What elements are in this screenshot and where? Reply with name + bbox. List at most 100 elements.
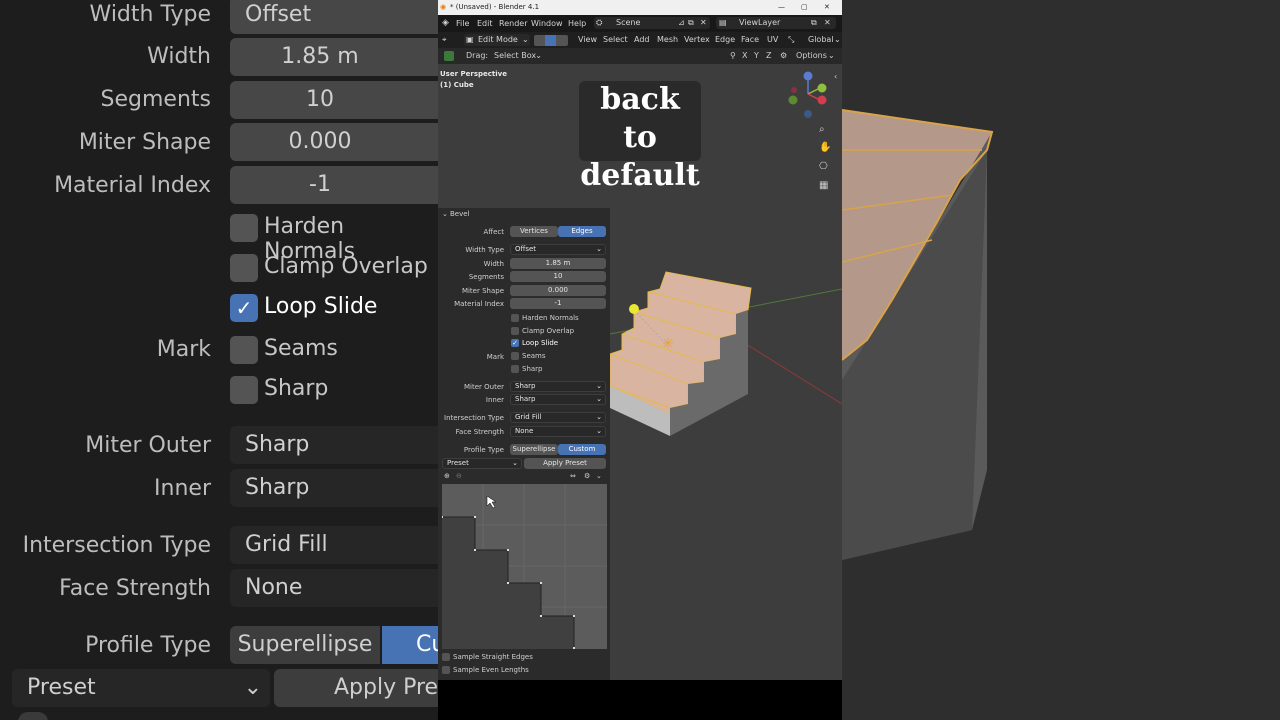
header-menu-select[interactable]: Select	[603, 32, 628, 48]
header-menu-mesh[interactable]: Mesh	[657, 32, 678, 48]
bg-check-clamp-label: Clamp Overlap	[264, 254, 428, 279]
origin-marker: ✳	[662, 336, 674, 352]
gizmo-z-axis	[803, 71, 813, 81]
camera-icon[interactable]: ⎔	[819, 161, 828, 172]
inner-label: Inner	[485, 396, 504, 404]
miter-shape-field[interactable]: 0.000	[510, 285, 606, 296]
grid-view-icon[interactable]: ▦	[819, 180, 828, 191]
select-tool-icon[interactable]	[444, 51, 454, 61]
panel-collapse-icon[interactable]: ⌄	[442, 210, 448, 218]
settings-icon[interactable]: ⚙	[584, 472, 590, 480]
bg-icon-fragment	[18, 712, 48, 720]
header-menu-uv[interactable]: UV	[767, 32, 778, 48]
select-mode-toggles[interactable]	[534, 35, 568, 46]
remove-scene-icon[interactable]: ✕	[700, 17, 707, 29]
zoomed-panel-background: Width Type Offset Width 1.85 m Segments …	[0, 0, 438, 720]
video-caption: back to default	[579, 81, 701, 193]
editor-type-icon[interactable]: ⌖	[442, 32, 447, 48]
bg-check-loop-label: Loop Slide	[264, 294, 378, 319]
snap-icon[interactable]: ⚙	[780, 48, 787, 64]
maximize-icon[interactable]: ▢	[801, 0, 808, 15]
blender-window: ◉ * (Unsaved) - Blender 4.1 — ▢ ✕ ◈ File…	[438, 0, 842, 720]
face-strength-dropdown[interactable]: None ⌄	[510, 426, 606, 437]
sample-even-lengths-checkbox[interactable]	[442, 666, 450, 674]
zoom-icon[interactable]: ⌕	[819, 124, 825, 135]
bg-field-miter-shape: 0.000	[230, 123, 438, 161]
menu-file[interactable]: File	[456, 15, 469, 32]
apply-preset-button[interactable]: Apply Preset	[524, 458, 606, 469]
edge-select-icon[interactable]	[545, 35, 556, 46]
bg-preset: Preset ⌄	[12, 669, 270, 707]
bg-check-seams-label: Seams	[264, 336, 338, 361]
width-field[interactable]: 1.85 m	[510, 258, 606, 269]
mark-label: Mark	[486, 353, 504, 361]
profile-curve-editor[interactable]	[442, 484, 607, 649]
loop-slide-checkbox[interactable]: ✓	[511, 339, 519, 347]
bg-label-inner: Inner	[154, 476, 211, 501]
caption-line-2: default	[580, 158, 700, 193]
material-index-field[interactable]: -1	[510, 298, 606, 309]
reset-view-icon[interactable]: ⇔	[570, 472, 576, 480]
viewport-perspective-label: User Perspective	[440, 70, 507, 78]
menu-window[interactable]: Window	[531, 15, 563, 32]
new-viewlayer-icon[interactable]: ⧉	[811, 17, 817, 29]
affect-vertices-button[interactable]: Vertices	[510, 226, 558, 237]
preset-dropdown[interactable]: Preset ⌄	[442, 458, 522, 469]
header-menu-view[interactable]: View	[578, 32, 597, 48]
viewport-header: ⌖ ▣ Edit Mode ⌄ View Select Add Mesh Ver…	[438, 32, 842, 48]
zoom-out-profile-icon[interactable]: ⊖	[456, 472, 462, 480]
window-title: * (Unsaved) - Blender 4.1	[450, 3, 540, 11]
menu-edit[interactable]: Edit	[477, 15, 493, 32]
bg-label-segments: Segments	[100, 87, 211, 112]
tool-settings-bar: Drag: Select Box ⌄ ⚲ X Y Z ⚙ Options ⌄	[438, 48, 842, 64]
seams-checkbox[interactable]	[511, 352, 519, 360]
header-menu-add[interactable]: Add	[634, 32, 650, 48]
miter-shape-label: Miter Shape	[461, 287, 504, 295]
face-strength-label: Face Strength	[455, 428, 504, 436]
mirror-z-toggle[interactable]: Z	[766, 48, 771, 64]
minimize-icon[interactable]: —	[778, 0, 785, 15]
gizmo-handle	[629, 304, 639, 314]
remove-viewlayer-icon[interactable]: ✕	[824, 17, 831, 29]
sample-straight-edges-checkbox[interactable]	[442, 653, 450, 661]
affect-edges-button[interactable]: Edges	[558, 226, 606, 237]
viewlayer-selector[interactable]: ▤ ViewLayer ⧉ ✕	[716, 17, 836, 29]
clamp-overlap-checkbox[interactable]	[511, 327, 519, 335]
miter-outer-dropdown[interactable]: Sharp ⌄	[510, 381, 606, 392]
header-menu-face[interactable]: Face	[741, 32, 759, 48]
new-scene-icon[interactable]: ⧉	[688, 17, 694, 29]
viewlayer-name: ViewLayer	[739, 18, 781, 27]
gizmo-neg-y	[788, 95, 798, 105]
bg-label-intersection: Intersection Type	[22, 533, 211, 558]
profile-superellipse-button[interactable]: Superellipse	[510, 444, 558, 455]
inner-dropdown[interactable]: Sharp ⌄	[510, 394, 606, 405]
mirror-y-toggle[interactable]: Y	[754, 48, 759, 64]
bg-stairs-zoom	[842, 109, 994, 560]
pin-icon[interactable]: ⊿	[678, 17, 685, 29]
panel-title[interactable]: Bevel	[450, 210, 470, 218]
intersection-type-dropdown[interactable]: Grid Fill ⌄	[510, 412, 606, 423]
orientation-selector[interactable]: Global	[808, 32, 834, 48]
sidebar-toggle-icon[interactable]: ‹	[834, 72, 837, 81]
close-icon[interactable]: ✕	[824, 0, 830, 15]
width-type-dropdown[interactable]: Offset ⌄	[510, 244, 606, 255]
scene-selector[interactable]: ⛭ Scene ⊿ ⧉ ✕	[594, 17, 710, 29]
pan-hand-icon[interactable]: ✋	[819, 142, 831, 153]
affect-label: Affect	[483, 228, 504, 236]
menu-render[interactable]: Render	[499, 15, 527, 32]
drag-selector[interactable]: Select Box ⌄	[490, 50, 544, 62]
harden-normals-checkbox[interactable]	[511, 314, 519, 322]
zoom-in-profile-icon[interactable]: ⊕	[444, 472, 450, 480]
menu-help[interactable]: Help	[568, 15, 586, 32]
header-menu-vertex[interactable]: Vertex	[684, 32, 710, 48]
options-menu[interactable]: Options	[796, 48, 827, 64]
blender-menu-icon[interactable]: ◈	[442, 15, 449, 32]
sharp-checkbox[interactable]	[511, 365, 519, 373]
segments-field[interactable]: 10	[510, 271, 606, 282]
top-menu-bar: ◈ File Edit Render Window Help ⛭ Scene ⊿…	[438, 15, 842, 32]
mode-selector[interactable]: ▣ Edit Mode ⌄	[464, 34, 530, 46]
header-menu-edge[interactable]: Edge	[715, 32, 735, 48]
mirror-x-toggle[interactable]: X	[742, 48, 747, 64]
profile-custom-button[interactable]: Custom	[558, 444, 606, 455]
chevron-down-icon[interactable]: ⌄	[596, 472, 602, 480]
